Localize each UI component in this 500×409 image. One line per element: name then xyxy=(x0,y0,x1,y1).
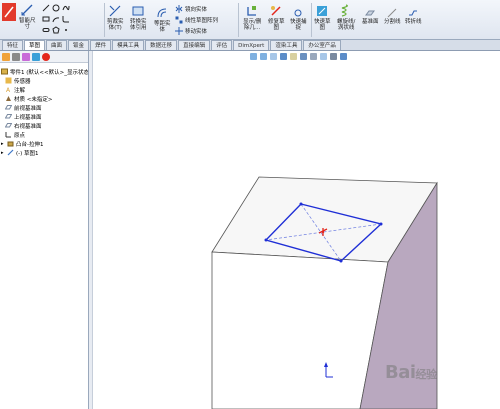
sketch-vertex[interactable] xyxy=(339,259,343,263)
sketch-vertex[interactable] xyxy=(264,238,268,242)
watermark-mark: 经验 xyxy=(415,368,438,381)
sketch-vertex[interactable] xyxy=(379,222,383,226)
sketch-vertex[interactable] xyxy=(299,202,303,206)
watermark-brand: Bai xyxy=(385,362,416,383)
watermark: Bai经验 xyxy=(385,362,437,383)
model-canvas xyxy=(211,176,438,409)
cube-front-face[interactable] xyxy=(211,251,389,409)
